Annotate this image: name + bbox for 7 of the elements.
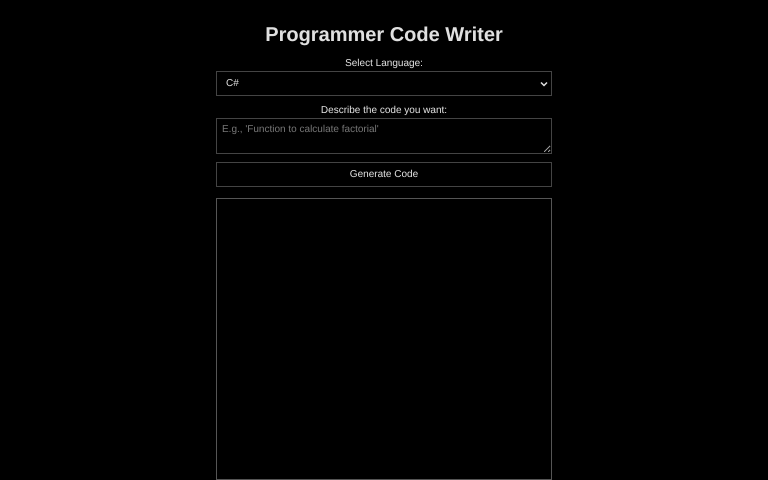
- page-title: Programmer Code Writer: [264, 23, 504, 48]
- chevron-down-icon: [540, 80, 548, 88]
- generate-code-button[interactable]: Generate Code: [216, 162, 552, 187]
- language-label: Select Language:: [345, 58, 423, 70]
- description-label: Describe the code you want:: [320, 105, 448, 117]
- description-field[interactable]: E.g., 'Function to calculate factorial': [216, 118, 552, 154]
- language-select[interactable]: C#: [216, 71, 552, 96]
